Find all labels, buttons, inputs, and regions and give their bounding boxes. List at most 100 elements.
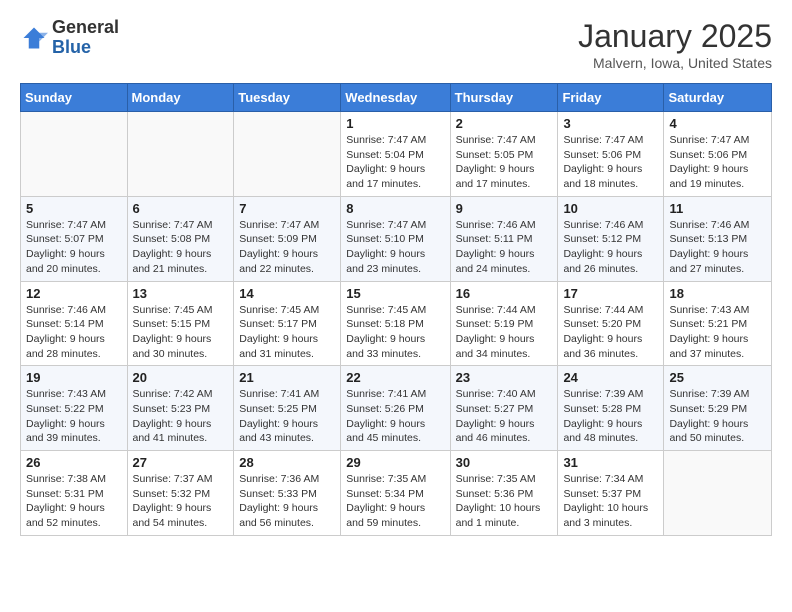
day-cell: 27 Sunrise: 7:37 AM Sunset: 5:32 PM Dayli… bbox=[127, 451, 234, 536]
column-header-thursday: Thursday bbox=[450, 84, 558, 112]
day-number: 13 bbox=[133, 286, 229, 301]
day-cell: 28 Sunrise: 7:36 AM Sunset: 5:33 PM Dayli… bbox=[234, 451, 341, 536]
day-info: Sunrise: 7:46 AM Sunset: 5:11 PM Dayligh… bbox=[456, 218, 553, 277]
day-number: 5 bbox=[26, 201, 122, 216]
day-number: 8 bbox=[346, 201, 444, 216]
day-cell: 5Sunrise: 7:47 AM Sunset: 5:07 PM Daylig… bbox=[21, 196, 128, 281]
day-number: 20 bbox=[133, 370, 229, 385]
day-info: Sunrise: 7:36 AM Sunset: 5:33 PM Dayligh… bbox=[239, 472, 335, 531]
day-number: 15 bbox=[346, 286, 444, 301]
day-info: Sunrise: 7:37 AM Sunset: 5:32 PM Dayligh… bbox=[133, 472, 229, 531]
header-row: SundayMondayTuesdayWednesdayThursdayFrid… bbox=[21, 84, 772, 112]
day-cell: 11 Sunrise: 7:46 AM Sunset: 5:13 PM Dayli… bbox=[664, 196, 772, 281]
day-number: 16 bbox=[456, 286, 553, 301]
location: Malvern, Iowa, United States bbox=[578, 55, 772, 71]
day-number: 4 bbox=[669, 116, 766, 131]
day-number: 6 bbox=[133, 201, 229, 216]
day-cell: 25Sunrise: 7:39 AM Sunset: 5:29 PM Dayli… bbox=[664, 366, 772, 451]
header: General Blue January 2025 Malvern, Iowa,… bbox=[20, 18, 772, 71]
day-number: 22 bbox=[346, 370, 444, 385]
day-number: 9 bbox=[456, 201, 553, 216]
day-cell: 29 Sunrise: 7:35 AM Sunset: 5:34 PM Dayli… bbox=[341, 451, 450, 536]
calendar-table: SundayMondayTuesdayWednesdayThursdayFrid… bbox=[20, 83, 772, 536]
column-header-sunday: Sunday bbox=[21, 84, 128, 112]
day-info: Sunrise: 7:46 AM Sunset: 5:12 PM Dayligh… bbox=[563, 218, 658, 277]
day-info: Sunrise: 7:39 AM Sunset: 5:28 PM Dayligh… bbox=[563, 387, 658, 446]
day-info: Sunrise: 7:35 AM Sunset: 5:34 PM Dayligh… bbox=[346, 472, 444, 531]
day-info: Sunrise: 7:38 AM Sunset: 5:31 PM Dayligh… bbox=[26, 472, 122, 531]
week-row-2: 5Sunrise: 7:47 AM Sunset: 5:07 PM Daylig… bbox=[21, 196, 772, 281]
day-cell: 20Sunrise: 7:42 AM Sunset: 5:23 PM Dayli… bbox=[127, 366, 234, 451]
day-number: 10 bbox=[563, 201, 658, 216]
day-number: 23 bbox=[456, 370, 553, 385]
column-header-tuesday: Tuesday bbox=[234, 84, 341, 112]
day-cell: 16 Sunrise: 7:44 AM Sunset: 5:19 PM Dayli… bbox=[450, 281, 558, 366]
day-number: 2 bbox=[456, 116, 553, 131]
day-info: Sunrise: 7:47 AM Sunset: 5:06 PM Dayligh… bbox=[563, 133, 658, 192]
day-info: Sunrise: 7:46 AM Sunset: 5:14 PM Dayligh… bbox=[26, 303, 122, 362]
day-cell: 26 Sunrise: 7:38 AM Sunset: 5:31 PM Dayli… bbox=[21, 451, 128, 536]
day-cell: 13 Sunrise: 7:45 AM Sunset: 5:15 PM Dayli… bbox=[127, 281, 234, 366]
title-block: January 2025 Malvern, Iowa, United State… bbox=[578, 18, 772, 71]
day-cell: 8 Sunrise: 7:47 AM Sunset: 5:10 PM Daylig… bbox=[341, 196, 450, 281]
logo-icon bbox=[20, 24, 48, 52]
day-number: 12 bbox=[26, 286, 122, 301]
day-cell: 7 Sunrise: 7:47 AM Sunset: 5:09 PM Daylig… bbox=[234, 196, 341, 281]
day-info: Sunrise: 7:46 AM Sunset: 5:13 PM Dayligh… bbox=[669, 218, 766, 277]
day-info: Sunrise: 7:45 AM Sunset: 5:17 PM Dayligh… bbox=[239, 303, 335, 362]
day-cell: 22Sunrise: 7:41 AM Sunset: 5:26 PM Dayli… bbox=[341, 366, 450, 451]
day-info: Sunrise: 7:47 AM Sunset: 5:06 PM Dayligh… bbox=[669, 133, 766, 192]
column-header-saturday: Saturday bbox=[664, 84, 772, 112]
day-cell: 21 Sunrise: 7:41 AM Sunset: 5:25 PM Dayli… bbox=[234, 366, 341, 451]
day-number: 11 bbox=[669, 201, 766, 216]
day-info: Sunrise: 7:47 AM Sunset: 5:05 PM Dayligh… bbox=[456, 133, 553, 192]
day-info: Sunrise: 7:44 AM Sunset: 5:20 PM Dayligh… bbox=[563, 303, 658, 362]
day-cell: 19 Sunrise: 7:43 AM Sunset: 5:22 PM Dayli… bbox=[21, 366, 128, 451]
day-cell bbox=[234, 112, 341, 197]
day-number: 27 bbox=[133, 455, 229, 470]
day-cell: 3 Sunrise: 7:47 AM Sunset: 5:06 PM Daylig… bbox=[558, 112, 664, 197]
day-number: 24 bbox=[563, 370, 658, 385]
day-number: 17 bbox=[563, 286, 658, 301]
day-cell bbox=[127, 112, 234, 197]
day-number: 25 bbox=[669, 370, 766, 385]
day-info: Sunrise: 7:47 AM Sunset: 5:08 PM Dayligh… bbox=[133, 218, 229, 277]
day-number: 30 bbox=[456, 455, 553, 470]
day-cell: 6 Sunrise: 7:47 AM Sunset: 5:08 PM Daylig… bbox=[127, 196, 234, 281]
day-cell bbox=[664, 451, 772, 536]
day-info: Sunrise: 7:45 AM Sunset: 5:15 PM Dayligh… bbox=[133, 303, 229, 362]
day-cell: 23Sunrise: 7:40 AM Sunset: 5:27 PM Dayli… bbox=[450, 366, 558, 451]
day-number: 26 bbox=[26, 455, 122, 470]
day-info: Sunrise: 7:41 AM Sunset: 5:25 PM Dayligh… bbox=[239, 387, 335, 446]
day-cell: 18 Sunrise: 7:43 AM Sunset: 5:21 PM Dayli… bbox=[664, 281, 772, 366]
day-number: 21 bbox=[239, 370, 335, 385]
column-header-wednesday: Wednesday bbox=[341, 84, 450, 112]
day-cell: 10 Sunrise: 7:46 AM Sunset: 5:12 PM Dayli… bbox=[558, 196, 664, 281]
day-info: Sunrise: 7:47 AM Sunset: 5:09 PM Dayligh… bbox=[239, 218, 335, 277]
day-cell: 17 Sunrise: 7:44 AM Sunset: 5:20 PM Dayli… bbox=[558, 281, 664, 366]
day-cell bbox=[21, 112, 128, 197]
day-number: 28 bbox=[239, 455, 335, 470]
day-cell: 31 Sunrise: 7:34 AM Sunset: 5:37 PM Dayli… bbox=[558, 451, 664, 536]
day-info: Sunrise: 7:35 AM Sunset: 5:36 PM Dayligh… bbox=[456, 472, 553, 531]
day-info: Sunrise: 7:43 AM Sunset: 5:22 PM Dayligh… bbox=[26, 387, 122, 446]
day-info: Sunrise: 7:34 AM Sunset: 5:37 PM Dayligh… bbox=[563, 472, 658, 531]
day-cell: 24 Sunrise: 7:39 AM Sunset: 5:28 PM Dayli… bbox=[558, 366, 664, 451]
day-number: 31 bbox=[563, 455, 658, 470]
day-number: 29 bbox=[346, 455, 444, 470]
day-cell: 12 Sunrise: 7:46 AM Sunset: 5:14 PM Dayli… bbox=[21, 281, 128, 366]
day-cell: 2 Sunrise: 7:47 AM Sunset: 5:05 PM Daylig… bbox=[450, 112, 558, 197]
day-cell: 30 Sunrise: 7:35 AM Sunset: 5:36 PM Dayli… bbox=[450, 451, 558, 536]
day-info: Sunrise: 7:44 AM Sunset: 5:19 PM Dayligh… bbox=[456, 303, 553, 362]
day-cell: 15Sunrise: 7:45 AM Sunset: 5:18 PM Dayli… bbox=[341, 281, 450, 366]
day-number: 3 bbox=[563, 116, 658, 131]
week-row-1: 1Sunrise: 7:47 AM Sunset: 5:04 PM Daylig… bbox=[21, 112, 772, 197]
day-number: 18 bbox=[669, 286, 766, 301]
day-info: Sunrise: 7:47 AM Sunset: 5:04 PM Dayligh… bbox=[346, 133, 444, 192]
day-number: 7 bbox=[239, 201, 335, 216]
day-info: Sunrise: 7:47 AM Sunset: 5:10 PM Dayligh… bbox=[346, 218, 444, 277]
logo-text: General Blue bbox=[52, 18, 119, 58]
day-number: 19 bbox=[26, 370, 122, 385]
day-cell: 1Sunrise: 7:47 AM Sunset: 5:04 PM Daylig… bbox=[341, 112, 450, 197]
day-info: Sunrise: 7:43 AM Sunset: 5:21 PM Dayligh… bbox=[669, 303, 766, 362]
